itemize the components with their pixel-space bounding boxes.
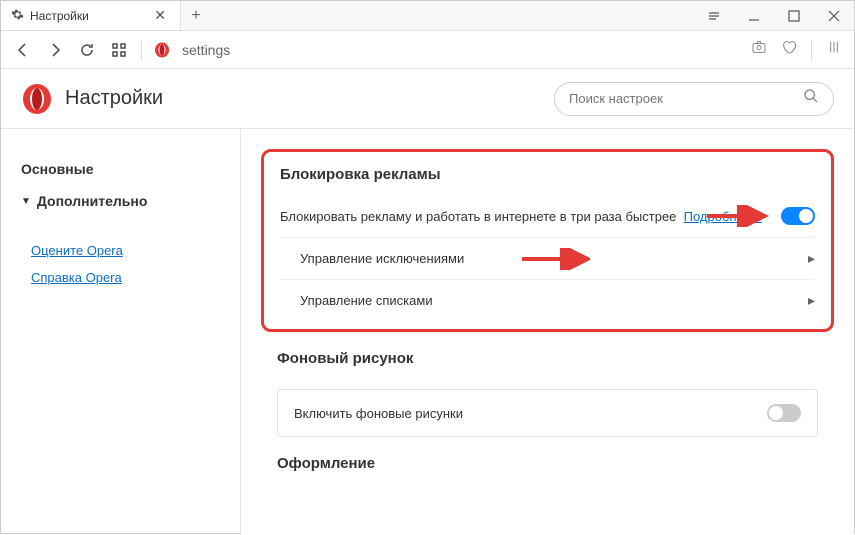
maximize-button[interactable] xyxy=(774,9,814,23)
minimize-button[interactable] xyxy=(734,9,774,23)
manage-lists-row[interactable]: Управление списками ▸ xyxy=(280,279,815,321)
chevron-right-icon: ▸ xyxy=(808,250,815,267)
search-settings[interactable] xyxy=(554,82,834,116)
close-tab-button[interactable]: ✕ xyxy=(150,7,170,24)
search-input[interactable] xyxy=(569,91,803,106)
wallpaper-enable-label: Включить фоновые рисунки xyxy=(294,406,767,421)
settings-content: Блокировка рекламы Блокировать рекламу и… xyxy=(241,129,854,535)
title-bar: Настройки ✕ + xyxy=(1,1,854,31)
forward-button[interactable] xyxy=(45,40,65,60)
speed-dial-button[interactable] xyxy=(109,40,129,60)
wallpaper-toggle-row: Включить фоновые рисунки xyxy=(277,389,818,437)
wallpaper-toggle[interactable] xyxy=(767,404,801,422)
close-window-button[interactable] xyxy=(814,9,854,23)
sidebar: Основные ▼ Дополнительно Оцените Opera С… xyxy=(1,129,241,535)
gear-icon xyxy=(11,8,24,24)
learn-more-link[interactable]: Подробнее... xyxy=(684,209,762,224)
wallpaper-section: Фоновый рисунок Включить фоновые рисунки xyxy=(261,350,834,437)
adblock-description: Блокировать рекламу и работать в интерне… xyxy=(280,209,781,224)
adblock-toggle[interactable] xyxy=(781,207,815,225)
adblock-toggle-row: Блокировать рекламу и работать в интерне… xyxy=(280,195,815,237)
manage-exceptions-label: Управление исключениями xyxy=(280,251,808,266)
opera-logo-icon xyxy=(154,42,170,58)
new-tab-button[interactable]: + xyxy=(181,1,211,30)
url-input[interactable]: settings xyxy=(182,42,739,58)
page-title: Настройки xyxy=(65,87,163,110)
sidebar-item-advanced[interactable]: ▼ Дополнительно xyxy=(21,185,220,217)
extensions-icon[interactable] xyxy=(826,39,842,60)
search-icon xyxy=(803,88,819,109)
caret-down-icon: ▼ xyxy=(21,196,31,207)
wallpaper-heading: Фоновый рисунок xyxy=(277,350,818,367)
snapshot-icon[interactable] xyxy=(751,39,767,60)
opera-logo-icon xyxy=(21,83,53,115)
sidebar-link-rate[interactable]: Оцените Opera xyxy=(31,237,220,264)
adblock-heading: Блокировка рекламы xyxy=(280,166,815,183)
divider xyxy=(811,40,812,60)
theme-heading: Оформление xyxy=(277,455,818,472)
page-header: Настройки xyxy=(1,69,854,129)
theme-section: Оформление xyxy=(261,455,834,472)
reload-button[interactable] xyxy=(77,40,97,60)
sidebar-item-basic[interactable]: Основные xyxy=(21,153,220,185)
tab-title: Настройки xyxy=(30,9,89,23)
adblock-section: Блокировка рекламы Блокировать рекламу и… xyxy=(261,149,834,332)
heart-icon[interactable] xyxy=(781,39,797,60)
divider xyxy=(141,40,142,60)
manage-lists-label: Управление списками xyxy=(280,293,808,308)
back-button[interactable] xyxy=(13,40,33,60)
browser-tab[interactable]: Настройки ✕ xyxy=(1,1,181,30)
chevron-right-icon: ▸ xyxy=(808,292,815,309)
manage-exceptions-row[interactable]: Управление исключениями ▸ xyxy=(280,237,815,279)
sidebar-link-help[interactable]: Справка Opera xyxy=(31,264,220,291)
address-bar: settings xyxy=(1,31,854,69)
sidebar-toggle-icon[interactable] xyxy=(694,9,734,23)
window-controls xyxy=(694,1,854,30)
